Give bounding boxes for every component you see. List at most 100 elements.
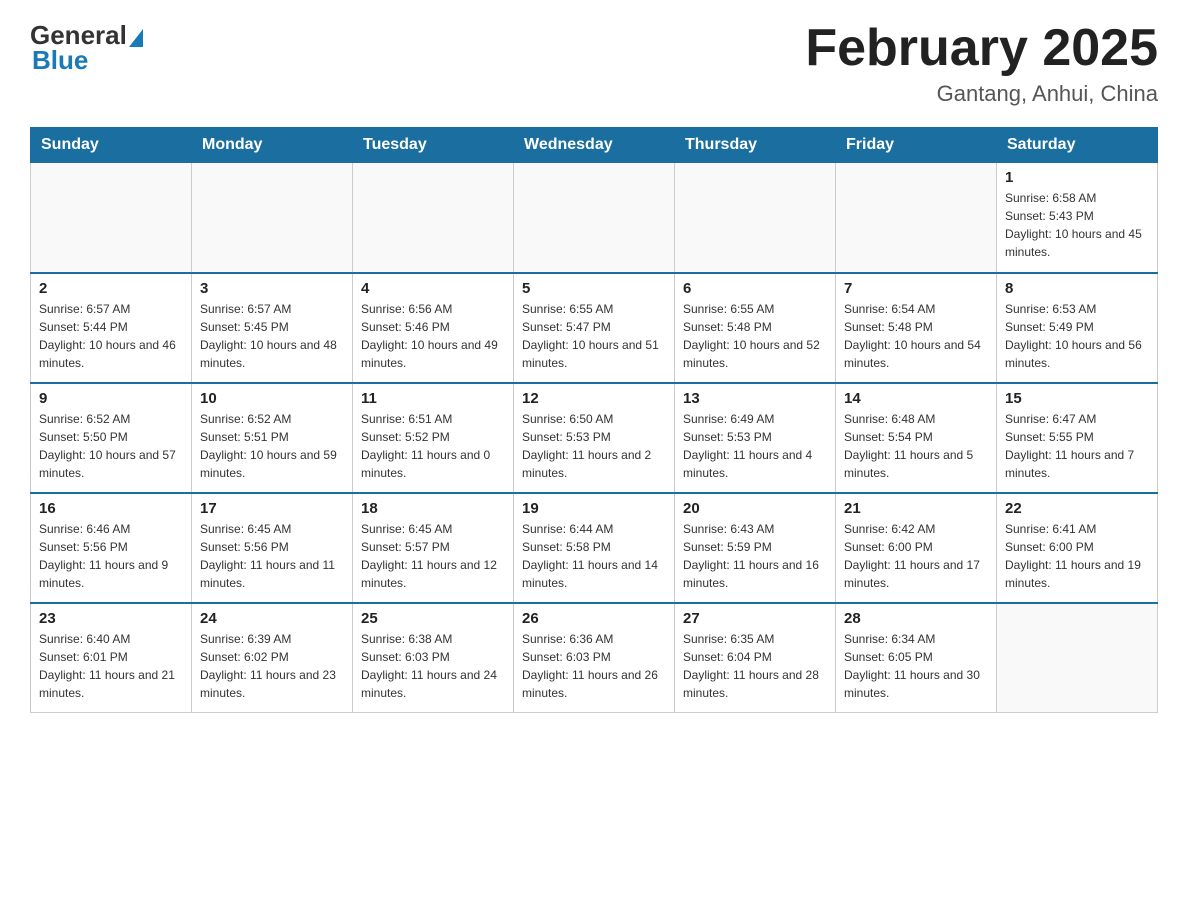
day-number: 7 — [844, 280, 988, 297]
day-info: Sunrise: 6:55 AMSunset: 5:47 PMDaylight:… — [522, 300, 666, 372]
logo: General Blue — [30, 20, 143, 76]
day-cell: 27Sunrise: 6:35 AMSunset: 6:04 PMDayligh… — [675, 603, 836, 713]
day-info: Sunrise: 6:40 AMSunset: 6:01 PMDaylight:… — [39, 630, 183, 702]
day-number: 6 — [683, 280, 827, 297]
day-number: 3 — [200, 280, 344, 297]
week-row-0: 1Sunrise: 6:58 AMSunset: 5:43 PMDaylight… — [31, 163, 1158, 273]
day-cell: 6 Sunrise: 6:55 AMSunset: 5:48 PMDaylight… — [675, 273, 836, 383]
day-header-saturday: Saturday — [997, 128, 1158, 163]
day-cell: 15 Sunrise: 6:47 AMSunset: 5:55 PMDayligh… — [997, 383, 1158, 493]
week-row-1: 2 Sunrise: 6:57 AMSunset: 5:44 PMDaylight… — [31, 273, 1158, 383]
day-number: 28 — [844, 610, 988, 627]
day-header-tuesday: Tuesday — [353, 128, 514, 163]
day-number: 5 — [522, 280, 666, 297]
day-cell: 12 Sunrise: 6:50 AMSunset: 5:53 PMDayligh… — [514, 383, 675, 493]
day-number: 17 — [200, 500, 344, 517]
day-header-sunday: Sunday — [31, 128, 192, 163]
day-cell: 7Sunrise: 6:54 AMSunset: 5:48 PMDaylight… — [836, 273, 997, 383]
day-cell — [675, 163, 836, 273]
day-cell: 5 Sunrise: 6:55 AMSunset: 5:47 PMDaylight… — [514, 273, 675, 383]
day-number: 15 — [1005, 390, 1149, 407]
day-info: Sunrise: 6:56 AMSunset: 5:46 PMDaylight:… — [361, 300, 505, 372]
day-cell — [353, 163, 514, 273]
logo-triangle-icon — [129, 29, 143, 47]
location-text: Gantang, Anhui, China — [805, 81, 1158, 107]
day-number: 23 — [39, 610, 183, 627]
calendar-body: 1Sunrise: 6:58 AMSunset: 5:43 PMDaylight… — [31, 163, 1158, 713]
month-title: February 2025 — [805, 20, 1158, 77]
day-cell: 16 Sunrise: 6:46 AMSunset: 5:56 PMDayligh… — [31, 493, 192, 603]
day-number: 10 — [200, 390, 344, 407]
day-info: Sunrise: 6:48 AMSunset: 5:54 PMDaylight:… — [844, 410, 988, 482]
day-cell: 1Sunrise: 6:58 AMSunset: 5:43 PMDaylight… — [997, 163, 1158, 273]
day-info: Sunrise: 6:38 AMSunset: 6:03 PMDaylight:… — [361, 630, 505, 702]
day-cell: 20Sunrise: 6:43 AMSunset: 5:59 PMDayligh… — [675, 493, 836, 603]
day-number: 25 — [361, 610, 505, 627]
logo-blue-text: Blue — [32, 45, 88, 76]
days-of-week-row: SundayMondayTuesdayWednesdayThursdayFrid… — [31, 128, 1158, 163]
day-cell — [997, 603, 1158, 713]
day-info: Sunrise: 6:55 AMSunset: 5:48 PMDaylight:… — [683, 300, 827, 372]
day-cell: 13 Sunrise: 6:49 AMSunset: 5:53 PMDayligh… — [675, 383, 836, 493]
day-number: 26 — [522, 610, 666, 627]
day-cell: 26 Sunrise: 6:36 AMSunset: 6:03 PMDayligh… — [514, 603, 675, 713]
day-cell: 17 Sunrise: 6:45 AMSunset: 5:56 PMDayligh… — [192, 493, 353, 603]
day-info: Sunrise: 6:49 AMSunset: 5:53 PMDaylight:… — [683, 410, 827, 482]
day-info: Sunrise: 6:35 AMSunset: 6:04 PMDaylight:… — [683, 630, 827, 702]
day-cell: 22 Sunrise: 6:41 AMSunset: 6:00 PMDayligh… — [997, 493, 1158, 603]
day-cell: 4 Sunrise: 6:56 AMSunset: 5:46 PMDaylight… — [353, 273, 514, 383]
day-info: Sunrise: 6:45 AMSunset: 5:56 PMDaylight:… — [200, 520, 344, 592]
day-number: 9 — [39, 390, 183, 407]
day-number: 21 — [844, 500, 988, 517]
day-cell — [31, 163, 192, 273]
day-cell: 10 Sunrise: 6:52 AMSunset: 5:51 PMDayligh… — [192, 383, 353, 493]
day-cell: 14 Sunrise: 6:48 AMSunset: 5:54 PMDayligh… — [836, 383, 997, 493]
day-info: Sunrise: 6:53 AMSunset: 5:49 PMDaylight:… — [1005, 300, 1149, 372]
day-info: Sunrise: 6:57 AMSunset: 5:44 PMDaylight:… — [39, 300, 183, 372]
day-cell: 9 Sunrise: 6:52 AMSunset: 5:50 PMDaylight… — [31, 383, 192, 493]
day-number: 18 — [361, 500, 505, 517]
day-info: Sunrise: 6:52 AMSunset: 5:50 PMDaylight:… — [39, 410, 183, 482]
calendar-header: SundayMondayTuesdayWednesdayThursdayFrid… — [31, 128, 1158, 163]
day-info: Sunrise: 6:52 AMSunset: 5:51 PMDaylight:… — [200, 410, 344, 482]
day-header-monday: Monday — [192, 128, 353, 163]
day-info: Sunrise: 6:47 AMSunset: 5:55 PMDaylight:… — [1005, 410, 1149, 482]
day-info: Sunrise: 6:50 AMSunset: 5:53 PMDaylight:… — [522, 410, 666, 482]
day-number: 2 — [39, 280, 183, 297]
day-info: Sunrise: 6:39 AMSunset: 6:02 PMDaylight:… — [200, 630, 344, 702]
day-number: 14 — [844, 390, 988, 407]
day-cell: 28 Sunrise: 6:34 AMSunset: 6:05 PMDayligh… — [836, 603, 997, 713]
day-header-friday: Friday — [836, 128, 997, 163]
day-cell: 8Sunrise: 6:53 AMSunset: 5:49 PMDaylight… — [997, 273, 1158, 383]
day-info: Sunrise: 6:36 AMSunset: 6:03 PMDaylight:… — [522, 630, 666, 702]
day-cell: 23 Sunrise: 6:40 AMSunset: 6:01 PMDayligh… — [31, 603, 192, 713]
day-number: 16 — [39, 500, 183, 517]
day-number: 13 — [683, 390, 827, 407]
day-cell — [514, 163, 675, 273]
day-cell: 24 Sunrise: 6:39 AMSunset: 6:02 PMDayligh… — [192, 603, 353, 713]
week-row-3: 16 Sunrise: 6:46 AMSunset: 5:56 PMDayligh… — [31, 493, 1158, 603]
day-number: 11 — [361, 390, 505, 407]
day-info: Sunrise: 6:34 AMSunset: 6:05 PMDaylight:… — [844, 630, 988, 702]
day-number: 22 — [1005, 500, 1149, 517]
calendar-table: SundayMondayTuesdayWednesdayThursdayFrid… — [30, 127, 1158, 713]
week-row-4: 23 Sunrise: 6:40 AMSunset: 6:01 PMDayligh… — [31, 603, 1158, 713]
day-cell: 18 Sunrise: 6:45 AMSunset: 5:57 PMDayligh… — [353, 493, 514, 603]
day-info: Sunrise: 6:43 AMSunset: 5:59 PMDaylight:… — [683, 520, 827, 592]
day-info: Sunrise: 6:41 AMSunset: 6:00 PMDaylight:… — [1005, 520, 1149, 592]
day-number: 19 — [522, 500, 666, 517]
day-number: 12 — [522, 390, 666, 407]
day-cell: 25 Sunrise: 6:38 AMSunset: 6:03 PMDayligh… — [353, 603, 514, 713]
title-area: February 2025 Gantang, Anhui, China — [805, 20, 1158, 107]
day-header-thursday: Thursday — [675, 128, 836, 163]
day-number: 24 — [200, 610, 344, 627]
day-cell: 2 Sunrise: 6:57 AMSunset: 5:44 PMDaylight… — [31, 273, 192, 383]
day-cell — [836, 163, 997, 273]
day-info: Sunrise: 6:46 AMSunset: 5:56 PMDaylight:… — [39, 520, 183, 592]
day-info: Sunrise: 6:42 AMSunset: 6:00 PMDaylight:… — [844, 520, 988, 592]
day-number: 4 — [361, 280, 505, 297]
page-header: General Blue February 2025 Gantang, Anhu… — [30, 20, 1158, 107]
day-info: Sunrise: 6:45 AMSunset: 5:57 PMDaylight:… — [361, 520, 505, 592]
day-number: 1 — [1005, 169, 1149, 186]
day-info: Sunrise: 6:44 AMSunset: 5:58 PMDaylight:… — [522, 520, 666, 592]
